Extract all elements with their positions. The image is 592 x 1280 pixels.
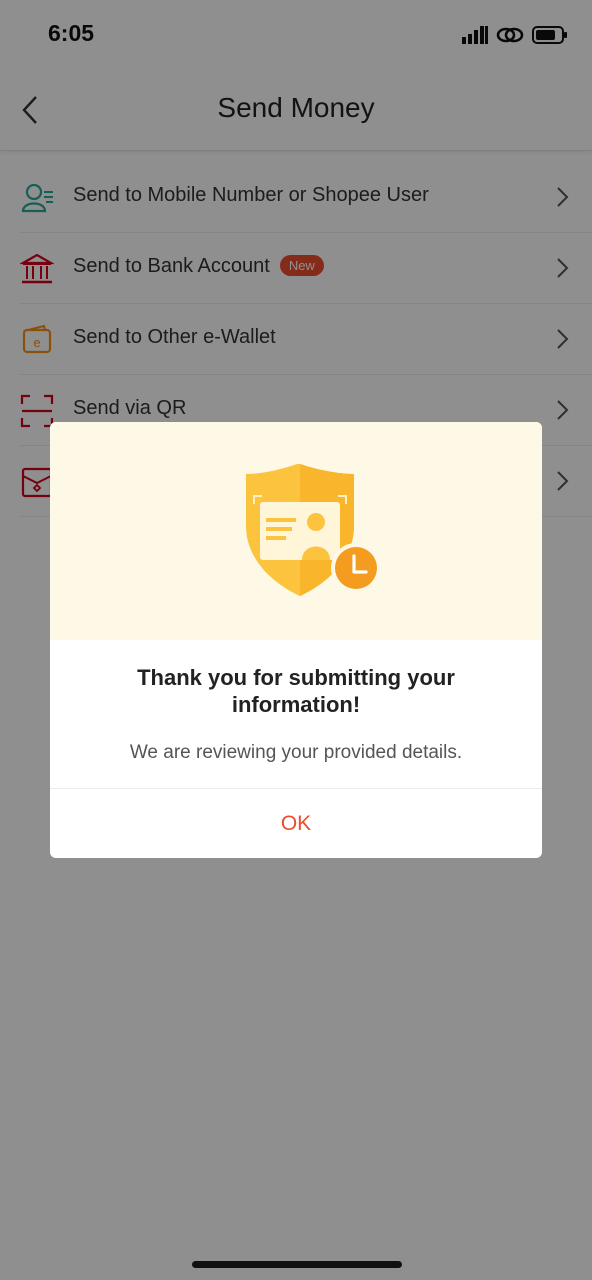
dialog-illustration-area <box>50 422 542 640</box>
dialog-title: Thank you for submitting your informatio… <box>137 665 455 717</box>
submission-dialog: Thank you for submitting your informatio… <box>50 422 542 858</box>
ok-button[interactable]: OK <box>50 789 542 858</box>
dialog-message: We are reviewing your provided details. <box>129 742 463 763</box>
screen: 6:05 Send Money Send to Mobile Number or… <box>0 0 592 1280</box>
shield-id-clock-icon <box>246 464 381 596</box>
modal-backdrop[interactable]: Thank you for submitting your informatio… <box>0 0 592 1280</box>
home-indicator[interactable] <box>192 1261 402 1268</box>
